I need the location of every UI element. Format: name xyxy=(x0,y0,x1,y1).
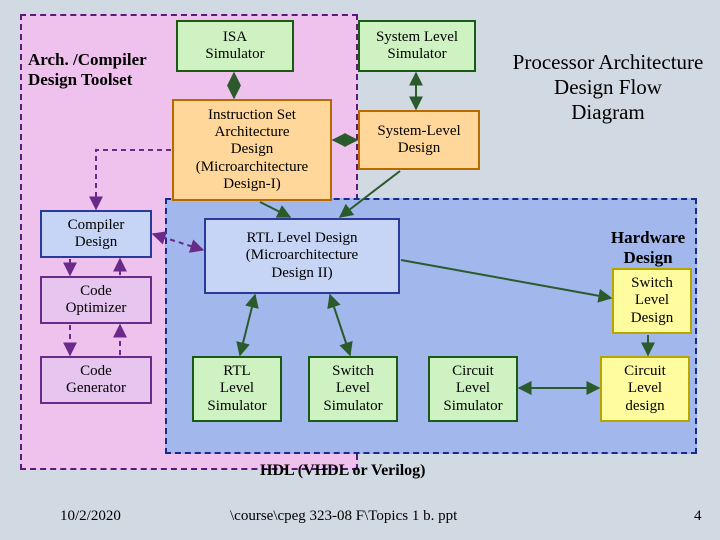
system-simulator-label: System Level Simulator xyxy=(376,29,458,64)
code-optimizer-label: Code Optimizer xyxy=(66,283,127,318)
title-line1: Processor Architecture xyxy=(498,50,718,75)
footer-date: 10/2/2020 xyxy=(60,508,121,525)
code-generator-box: Code Generator xyxy=(40,356,152,404)
switch-design-box: Switch Level Design xyxy=(612,268,692,334)
isa-design-label: Instruction Set Architecture Design (Mic… xyxy=(196,107,308,193)
compiler-design-box: Compiler Design xyxy=(40,210,152,258)
hardware-design-header: Hardware Design xyxy=(598,208,698,268)
rtl-design-label: RTL Level Design (Microarchitecture Desi… xyxy=(246,230,358,282)
isa-simulator-label: ISA Simulator xyxy=(205,29,264,64)
rtl-simulator-box: RTL Level Simulator xyxy=(192,356,282,422)
isa-design-box: Instruction Set Architecture Design (Mic… xyxy=(172,99,332,201)
title-line2: Design Flow xyxy=(498,75,718,100)
rtl-design-box: RTL Level Design (Microarchitecture Desi… xyxy=(204,218,400,294)
circuit-simulator-box: Circuit Level Simulator xyxy=(428,356,518,422)
footer-page: 4 xyxy=(694,508,702,525)
rtl-simulator-label: RTL Level Simulator xyxy=(207,363,266,415)
footer-path: \course\cpeg 323-08 F\Topics 1 b. ppt xyxy=(230,508,457,525)
circuit-design-label: Circuit Level design xyxy=(624,363,666,415)
compiler-design-label: Compiler Design xyxy=(68,217,125,252)
system-simulator-box: System Level Simulator xyxy=(358,20,476,72)
system-design-label: System-Level Design xyxy=(377,123,460,158)
hdl-text: HDL (VHDL or Verilog) xyxy=(260,462,426,479)
footer-date-text: 10/2/2020 xyxy=(60,508,121,524)
switch-simulator-box: Switch Level Simulator xyxy=(308,356,398,422)
arch-toolset-header: Arch. /Compiler Design Toolset xyxy=(28,30,178,90)
diagram-title: Processor Architecture Design Flow Diagr… xyxy=(498,50,718,125)
code-optimizer-box: Code Optimizer xyxy=(40,276,152,324)
footer-path-text: \course\cpeg 323-08 F\Topics 1 b. ppt xyxy=(230,508,457,524)
switch-design-label: Switch Level Design xyxy=(631,275,674,327)
switch-simulator-label: Switch Level Simulator xyxy=(323,363,382,415)
hdl-label: HDL (VHDL or Verilog) xyxy=(260,462,426,480)
hardware-design-header-label: Hardware Design xyxy=(611,228,685,267)
isa-simulator-box: ISA Simulator xyxy=(176,20,294,72)
system-design-box: System-Level Design xyxy=(358,110,480,170)
circuit-simulator-label: Circuit Level Simulator xyxy=(443,363,502,415)
footer-page-text: 4 xyxy=(694,508,702,524)
arch-toolset-header-label: Arch. /Compiler Design Toolset xyxy=(28,50,147,89)
title-line3: Diagram xyxy=(498,100,718,125)
code-generator-label: Code Generator xyxy=(66,363,126,398)
circuit-design-box: Circuit Level design xyxy=(600,356,690,422)
